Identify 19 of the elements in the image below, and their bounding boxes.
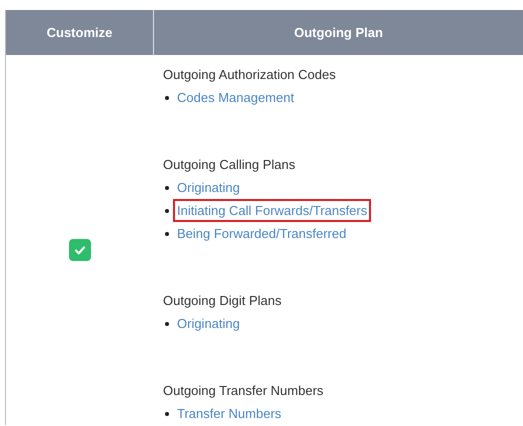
plan-link[interactable]: Originating (173, 312, 244, 335)
bullet-icon (165, 412, 169, 416)
section-title: Outgoing Transfer Numbers (163, 382, 324, 400)
checkbox[interactable] (68, 239, 90, 261)
plan-link[interactable]: Codes Management (173, 86, 298, 109)
plan-link[interactable]: Being Forwarded/Transferred (173, 222, 350, 245)
bullet-icon (165, 186, 169, 190)
section-title: Outgoing Authorization Codes (163, 66, 336, 84)
plan-link[interactable]: Initiating Call Forwards/Transfers (173, 199, 372, 222)
plan-link[interactable]: Transfer Numbers (173, 402, 286, 425)
plan-link[interactable]: Originating (173, 176, 244, 199)
section-title: Outgoing Digit Plans (163, 292, 282, 310)
bullet-icon (165, 322, 169, 326)
bullet-icon (165, 96, 169, 100)
section-title: Outgoing Calling Plans (163, 156, 296, 174)
column-header: Customize (6, 10, 153, 55)
column-header: Outgoing Plan (153, 10, 523, 55)
bullet-icon (165, 208, 169, 212)
bullet-icon (165, 232, 169, 236)
